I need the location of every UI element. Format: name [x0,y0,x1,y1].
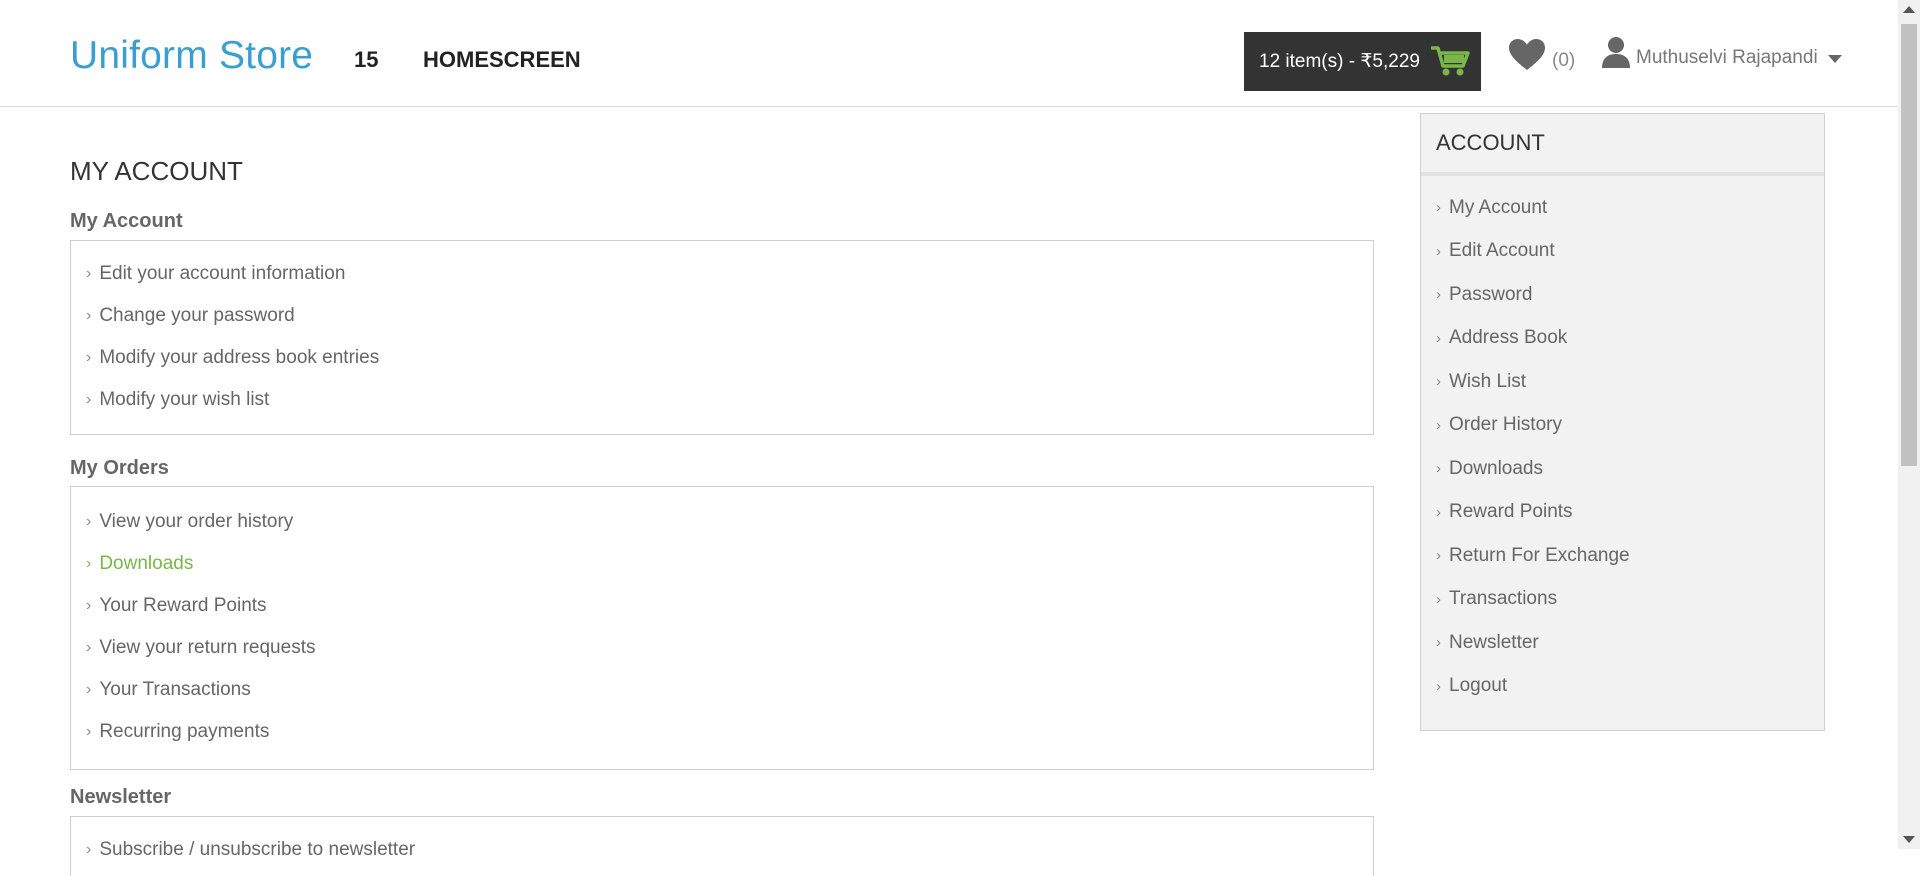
chevron-right-icon: › [86,841,92,858]
link-modify-address-book[interactable]: › Modify your address book entries [71,337,1373,379]
link-change-password[interactable]: › Change your password [71,295,1373,337]
my-orders-box: › View your order history › Downloads › You… [70,486,1374,770]
sidebar-item-edit-account[interactable]: › Edit Account [1421,230,1824,274]
chevron-right-icon: › [86,681,92,698]
sidebar-item-my-account[interactable]: › My Account [1421,186,1824,230]
chevron-right-icon: › [86,307,92,324]
chevron-right-icon: › [1436,286,1441,304]
user-menu[interactable]: Muthuselvi Rajapandi [1602,36,1842,73]
chevron-right-icon: › [86,639,92,656]
sidebar-item-downloads[interactable]: › Downloads [1421,447,1824,491]
chevron-right-icon: › [1436,460,1441,478]
cart-button[interactable]: 12 item(s) - ₹5,229 [1244,32,1481,91]
link-return-requests[interactable]: › View your return requests [71,627,1373,669]
chevron-down-icon [1827,50,1842,68]
link-newsletter-subscribe[interactable]: › Subscribe / unsubscribe to newsletter [71,829,1373,871]
section-title-my-orders: My Orders [70,457,169,479]
section-title-newsletter: Newsletter [70,786,172,808]
user-name: Muthuselvi Rajapandi [1636,46,1818,68]
chevron-right-icon: › [86,349,92,366]
chevron-right-icon: › [86,265,92,282]
chevron-right-icon: › [1436,677,1441,695]
sidebar-item-address-book[interactable]: › Address Book [1421,317,1824,361]
link-modify-wish-list[interactable]: › Modify your wish list [71,379,1373,421]
nav-number-link[interactable]: 15 [354,47,378,73]
shopping-cart-icon [1429,44,1471,84]
link-downloads[interactable]: › Downloads [71,543,1373,585]
scrollbar-thumb[interactable] [1901,24,1917,466]
vertical-scrollbar[interactable] [1898,0,1920,849]
heart-icon [1508,38,1546,77]
sidebar-item-transactions[interactable]: › Transactions [1421,578,1824,622]
chevron-right-icon: › [1436,373,1441,391]
site-header: Uniform Store 15 HOMESCREEN 12 item(s) -… [0,0,1898,107]
chevron-right-icon: › [1436,634,1441,652]
link-edit-account-info[interactable]: › Edit your account information [71,253,1373,295]
store-logo[interactable]: Uniform Store [70,34,313,78]
chevron-right-icon: › [1436,242,1441,260]
chevron-right-icon: › [86,555,92,572]
chevron-right-icon: › [86,391,92,408]
nav-homescreen-link[interactable]: HOMESCREEN [423,47,581,73]
sidebar-heading: ACCOUNT [1421,114,1824,176]
sidebar-item-return-for-exchange[interactable]: › Return For Exchange [1421,534,1824,578]
chevron-right-icon: › [86,597,92,614]
page-title: MY ACCOUNT [70,156,243,186]
wishlist-link[interactable]: (0) [1508,38,1575,77]
chevron-right-icon: › [1436,199,1441,217]
scroll-up-icon[interactable] [1903,6,1915,13]
sidebar-item-reward-points[interactable]: › Reward Points [1421,491,1824,535]
chevron-right-icon: › [1436,547,1441,565]
chevron-right-icon: › [86,723,92,740]
link-view-order-history[interactable]: › View your order history [71,501,1373,543]
chevron-right-icon: › [1436,416,1441,434]
cart-summary: 12 item(s) - ₹5,229 [1259,51,1420,72]
sidebar-item-wish-list[interactable]: › Wish List [1421,360,1824,404]
link-reward-points[interactable]: › Your Reward Points [71,585,1373,627]
chevron-right-icon: › [1436,590,1441,608]
newsletter-box: › Subscribe / unsubscribe to newsletter [70,816,1374,876]
chevron-right-icon: › [1436,503,1441,521]
scroll-down-icon[interactable] [1903,836,1915,843]
chevron-right-icon: › [1436,329,1441,347]
sidebar-item-order-history[interactable]: › Order History [1421,404,1824,448]
link-recurring-payments[interactable]: › Recurring payments [71,711,1373,753]
chevron-right-icon: › [86,513,92,530]
user-icon [1602,36,1630,73]
sidebar-item-newsletter[interactable]: › Newsletter [1421,621,1824,665]
sidebar-item-logout[interactable]: › Logout [1421,665,1824,709]
my-account-box: › Edit your account information › Change y… [70,240,1374,435]
section-title-my-account: My Account [70,210,183,232]
sidebar-item-password[interactable]: › Password [1421,273,1824,317]
link-transactions[interactable]: › Your Transactions [71,669,1373,711]
account-sidebar: ACCOUNT › My Account › Edit Account › Passw… [1420,113,1825,731]
wishlist-count: (0) [1552,49,1576,71]
